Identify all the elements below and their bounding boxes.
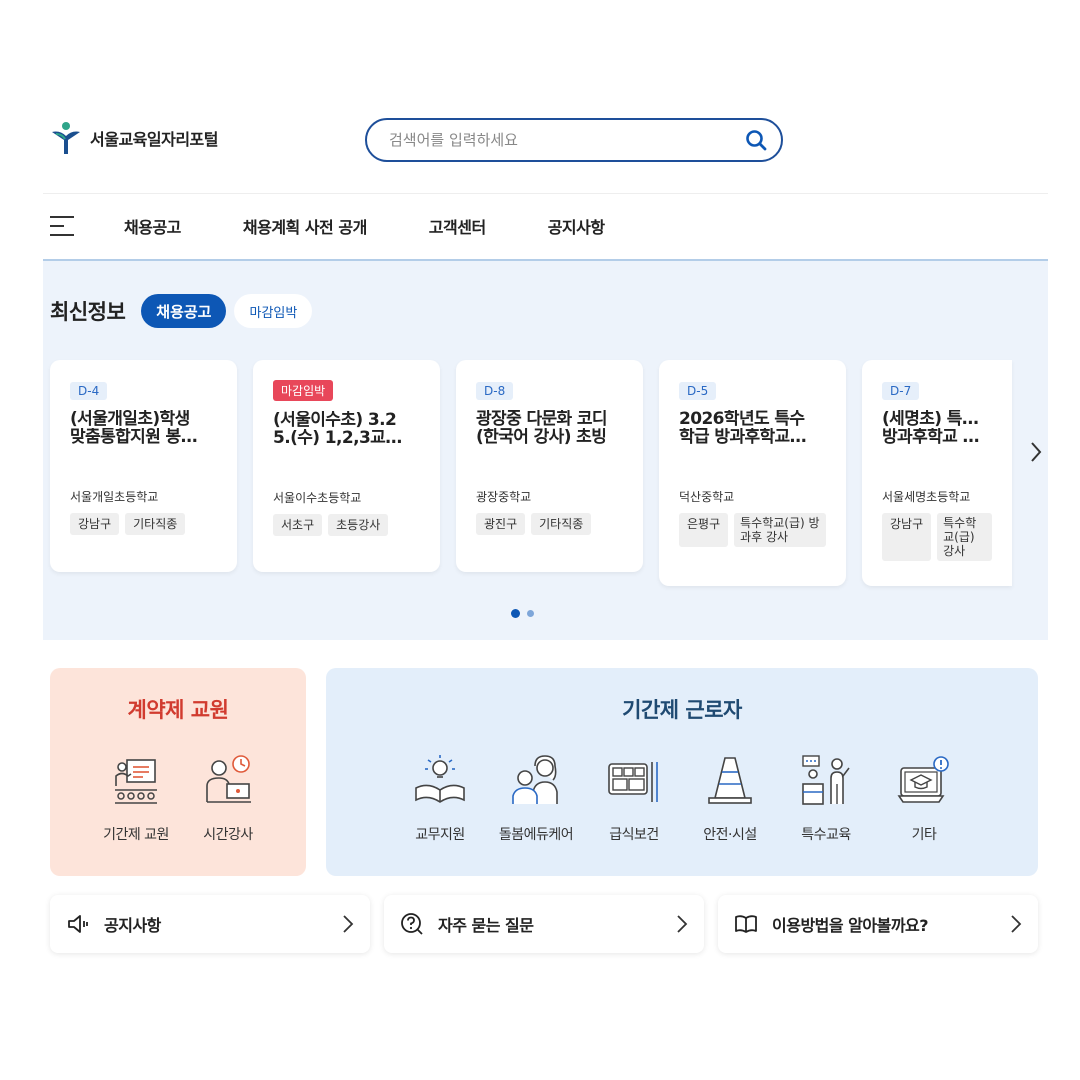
deadline-badge: 마감임박 <box>273 380 334 401</box>
job-type-tag: 특수학교(급) 방과후 강사 <box>734 513 826 547</box>
school-name: 덕산중학교 <box>679 490 735 504</box>
job-card[interactable]: D-5 2026학년도 특수 학급 방과후학교… 덕산중학교 은평구 특수학교(… <box>659 360 846 586</box>
school-name: 서울세명초등학교 <box>882 490 971 504</box>
question-icon <box>401 913 423 935</box>
book-icon <box>735 915 757 933</box>
megaphone-icon <box>68 915 88 933</box>
pagination-dot[interactable] <box>527 610 534 617</box>
quick-link-label: 자주 묻는 질문 <box>438 916 534 935</box>
caregiver-child-icon <box>512 755 558 804</box>
school-name: 서울개일초등학교 <box>70 490 159 504</box>
chevron-right-icon <box>1011 915 1022 933</box>
job-card[interactable]: 마감임박 (서울이수초) 3.2 5.(수) 1,2,3교… 서울이수초등학교 … <box>253 360 440 572</box>
deadline-badge: D-5 <box>679 382 717 400</box>
nav-item-hiring-plan[interactable]: 채용계획 사전 공개 <box>243 214 367 238</box>
category-special-education[interactable]: 특수교육 <box>780 754 872 844</box>
quick-link-faq[interactable]: 자주 묻는 질문 <box>384 895 704 953</box>
category-other[interactable]: 기타 <box>878 754 970 844</box>
nav-item-customer-center[interactable]: 고객센터 <box>429 214 486 238</box>
category-label: 기타 <box>911 827 937 843</box>
job-card[interactable]: D-7 (세명초) 특수학급 방과후학교 강사… 서울세명초등학교 강남구 특수… <box>862 360 1012 586</box>
category-care-educare[interactable]: 돌봄에듀케어 <box>490 754 582 844</box>
region-tag: 강남구 <box>70 513 120 535</box>
job-card[interactable]: D-4 (서울개일초)학생 맞춤통합지원 봉… 서울개일초등학교 강남구 기타직… <box>50 360 237 572</box>
category-label: 급식보건 <box>609 827 659 843</box>
job-type-tag: 기타직종 <box>125 513 186 535</box>
category-label: 돌봄에듀케어 <box>498 827 574 843</box>
deadline-badge: D-7 <box>882 382 920 400</box>
contract-teacher-panel: 계약제 교원 기간제 교원 시간강사 <box>50 668 306 876</box>
tab-closing-soon[interactable]: 마감임박 <box>234 294 313 328</box>
carousel-pagination <box>511 609 534 618</box>
panel-title: 기간제 근로자 <box>622 698 742 722</box>
chevron-right-icon <box>343 915 354 933</box>
tag-list: 강남구 기타직종 <box>70 513 217 535</box>
chevron-right-icon <box>677 915 688 933</box>
tag-list: 은평구 특수학교(급) 방과후 강사 <box>679 513 826 547</box>
teacher-board-icon <box>115 759 157 804</box>
category-label: 교무지원 <box>415 827 465 843</box>
job-type-tag: 기타직종 <box>531 513 592 535</box>
search-bar <box>365 118 783 162</box>
pagination-dot-active[interactable] <box>511 609 520 618</box>
job-title: (서울개일초)학생 맞춤통합지원 봉… <box>70 410 198 446</box>
meal-tray-icon <box>608 762 658 802</box>
menu-icon[interactable] <box>50 216 74 236</box>
latest-info-section: 최신정보 채용공고 마감임박 D-4 (서울개일초)학생 맞춤통합지원 봉… 서… <box>43 261 1048 640</box>
quick-link-how-to-use[interactable]: 이용방법을 알아볼까요? <box>718 895 1038 953</box>
school-name: 광장중학교 <box>476 490 532 504</box>
job-type-tag: 초등강사 <box>328 514 389 536</box>
tag-list: 광진구 기타직종 <box>476 513 623 535</box>
tab-job-postings[interactable]: 채용공고 <box>141 294 227 328</box>
quick-link-label: 공지사항 <box>104 916 161 935</box>
panel-title: 계약제 교원 <box>127 698 229 722</box>
main-nav: 채용공고 채용계획 사전 공개 고객센터 공지사항 <box>50 206 667 246</box>
category-meal-health[interactable]: 급식보건 <box>588 754 680 844</box>
category-admin-support[interactable]: 교무지원 <box>394 754 486 844</box>
category-lecturer[interactable]: 시간강사 <box>182 754 274 844</box>
deadline-badge: D-8 <box>476 382 514 400</box>
latest-info-header: 최신정보 채용공고 마감임박 <box>50 294 320 328</box>
quick-link-label: 이용방법을 알아볼까요? <box>772 916 929 935</box>
job-title: 2026학년도 특수 학급 방과후학교… <box>679 410 807 446</box>
region-tag: 서초구 <box>273 514 323 536</box>
site-logo[interactable]: 서울교육일자리포털 <box>50 120 218 156</box>
region-tag: 은평구 <box>679 513 729 547</box>
category-fixed-term-teacher[interactable]: 기간제 교원 <box>90 754 182 844</box>
search-icon[interactable] <box>745 129 767 151</box>
tag-list: 강남구 특수학교(급) 강사 <box>882 513 992 561</box>
region-tag: 강남구 <box>882 513 932 561</box>
carousel-next-icon[interactable] <box>1028 439 1044 465</box>
job-title: 광장중 다문화 코디 (한국어 강사) 초빙 <box>476 410 608 446</box>
job-title: (세명초) 특수학급 방과후학교 강사… <box>882 410 992 446</box>
tag-list: 서초구 초등강사 <box>273 514 420 536</box>
region-tag: 광진구 <box>476 513 526 535</box>
nav-item-job-postings[interactable]: 채용공고 <box>124 214 181 238</box>
special-education-icon <box>802 755 850 805</box>
search-input[interactable] <box>389 131 745 149</box>
nav-item-notices[interactable]: 공지사항 <box>548 214 605 238</box>
category-safety-facility[interactable]: 안전·시설 <box>684 754 776 844</box>
laptop-graduation-icon <box>897 756 949 803</box>
book-lightbulb-icon <box>415 755 465 803</box>
job-title: (서울이수초) 3.2 5.(수) 1,2,3교… <box>273 411 402 447</box>
category-label: 시간강사 <box>203 827 253 843</box>
quick-link-notices[interactable]: 공지사항 <box>50 895 370 953</box>
traffic-cone-icon <box>708 757 752 804</box>
category-label: 안전·시설 <box>703 827 757 843</box>
lecturer-clock-icon <box>206 755 251 803</box>
category-label: 기간제 교원 <box>103 827 169 843</box>
school-name: 서울이수초등학교 <box>273 491 362 505</box>
job-type-tag: 특수학교(급) 강사 <box>937 513 992 561</box>
header-divider <box>43 193 1048 194</box>
section-title: 최신정보 <box>50 300 126 324</box>
logo-icon <box>52 122 80 154</box>
deadline-badge: D-4 <box>70 382 108 400</box>
logo-text: 서울교육일자리포털 <box>90 130 218 149</box>
category-label: 특수교육 <box>801 827 851 843</box>
temporary-worker-panel: 기간제 근로자 교무지원 돌봄에듀케어 급식보건 안전·시설 특수교육 기타 <box>326 668 1038 876</box>
job-card[interactable]: D-8 광장중 다문화 코디 (한국어 강사) 초빙 광장중학교 광진구 기타직… <box>456 360 643 572</box>
